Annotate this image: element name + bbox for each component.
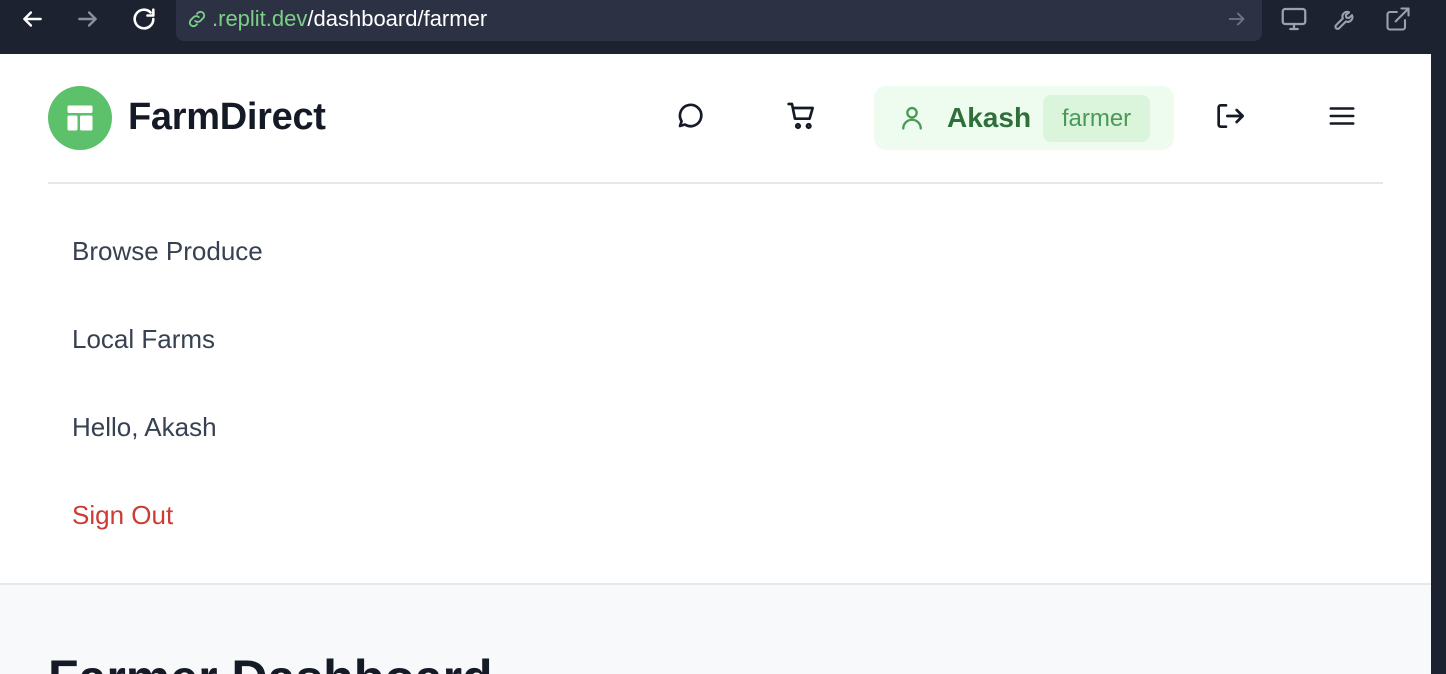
menu-item-browse-produce[interactable]: Browse Produce <box>72 236 263 267</box>
go-arrow-icon[interactable] <box>1226 8 1248 35</box>
menu-item-local-farms[interactable]: Local Farms <box>72 324 215 355</box>
logout-icon[interactable] <box>1212 98 1248 134</box>
role-badge: farmer <box>1043 95 1150 142</box>
wrench-icon[interactable] <box>1331 4 1361 34</box>
dashboard-content: Farmer Dashboard <box>0 585 1431 674</box>
menu-item-sign-out[interactable]: Sign Out <box>72 500 173 531</box>
user-profile-chip[interactable]: Akash farmer <box>874 86 1174 150</box>
chat-icon[interactable] <box>672 98 708 134</box>
hamburger-menu-icon[interactable] <box>1324 98 1360 134</box>
url-path: /dashboard/farmer <box>307 6 488 31</box>
url-text: .replit.dev/dashboard/farmer <box>212 6 487 32</box>
user-name: Akash <box>947 102 1032 133</box>
cart-icon[interactable] <box>784 98 820 134</box>
brand-name[interactable]: FarmDirect <box>128 96 326 139</box>
logo[interactable] <box>48 86 112 150</box>
open-external-icon[interactable] <box>1383 4 1413 34</box>
url-host: .replit.dev <box>212 6 308 31</box>
browser-chrome: .replit.dev/dashboard/farmer <box>0 0 1446 54</box>
storefront-icon <box>67 105 93 131</box>
forward-icon[interactable] <box>73 4 103 34</box>
mobile-menu: Browse Produce Local Farms Hello, Akash … <box>0 184 1431 584</box>
user-icon <box>898 104 926 137</box>
app-viewport: FarmDirect Akash farmer Browse Produce L… <box>0 54 1431 674</box>
back-icon[interactable] <box>17 4 47 34</box>
devices-icon[interactable] <box>1279 4 1309 34</box>
top-navbar: FarmDirect Akash farmer <box>0 54 1431 182</box>
address-bar[interactable]: .replit.dev/dashboard/farmer <box>176 0 1262 41</box>
reload-icon[interactable] <box>129 4 159 34</box>
menu-greeting: Hello, Akash <box>72 412 217 442</box>
link-icon <box>186 8 208 35</box>
page-title: Farmer Dashboard <box>48 649 493 674</box>
window-edge <box>1431 54 1446 674</box>
